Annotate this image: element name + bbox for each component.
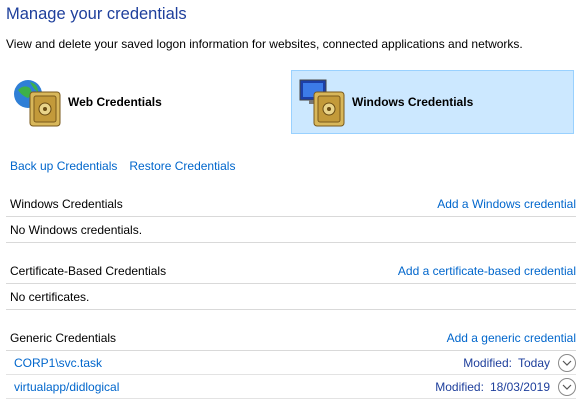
chevron-down-icon[interactable] xyxy=(558,353,576,372)
modified-label: Modified: xyxy=(435,379,484,394)
section-title: Generic Credentials xyxy=(10,330,117,345)
restore-credentials-link[interactable]: Restore Credentials xyxy=(129,159,235,173)
backup-restore-links: Back up Credentials Restore Credentials xyxy=(10,159,235,173)
page-title: Manage your credentials xyxy=(6,5,187,23)
empty-message: No Windows credentials. xyxy=(6,217,576,243)
windows-credentials-icon xyxy=(299,79,345,127)
web-credentials-icon xyxy=(14,80,61,127)
empty-message: No certificates. xyxy=(6,284,576,310)
windows-credentials-section: Windows Credentials Add a Windows creden… xyxy=(6,191,576,243)
generic-credentials-section: Generic Credentials Add a generic creden… xyxy=(6,325,576,399)
section-header: Windows Credentials Add a Windows creden… xyxy=(6,191,576,217)
page-subtitle: View and delete your saved logon informa… xyxy=(6,37,523,51)
backup-credentials-link[interactable]: Back up Credentials xyxy=(10,159,117,173)
modified-label: Modified: xyxy=(463,355,512,370)
section-title: Certificate-Based Credentials xyxy=(10,263,167,278)
credential-row[interactable]: virtualapp/didlogical Modified: 18/03/20… xyxy=(6,375,576,399)
modified-value: 18/03/2019 xyxy=(489,379,550,394)
section-header: Certificate-Based Credentials Add a cert… xyxy=(6,258,576,284)
web-credentials-tile[interactable]: Web Credentials xyxy=(8,70,268,134)
chevron-down-icon[interactable] xyxy=(558,377,576,396)
credential-name[interactable]: CORP1\svc.task xyxy=(14,356,102,370)
credential-modified: Modified: Today xyxy=(463,353,576,372)
add-windows-credential-link[interactable]: Add a Windows credential xyxy=(437,197,576,211)
credential-modified: Modified: 18/03/2019 xyxy=(435,377,576,396)
add-certificate-credential-link[interactable]: Add a certificate-based credential xyxy=(398,264,576,278)
web-credentials-label: Web Credentials xyxy=(68,95,162,109)
credential-name[interactable]: virtualapp/didlogical xyxy=(14,380,119,394)
section-header: Generic Credentials Add a generic creden… xyxy=(6,325,576,351)
credential-row[interactable]: CORP1\svc.task Modified: Today xyxy=(6,351,576,375)
certificate-credentials-section: Certificate-Based Credentials Add a cert… xyxy=(6,258,576,310)
windows-credentials-tile[interactable]: Windows Credentials xyxy=(291,70,574,134)
windows-credentials-label: Windows Credentials xyxy=(352,95,474,109)
section-title: Windows Credentials xyxy=(10,196,123,211)
modified-value: Today xyxy=(517,355,550,370)
add-generic-credential-link[interactable]: Add a generic credential xyxy=(447,331,576,345)
